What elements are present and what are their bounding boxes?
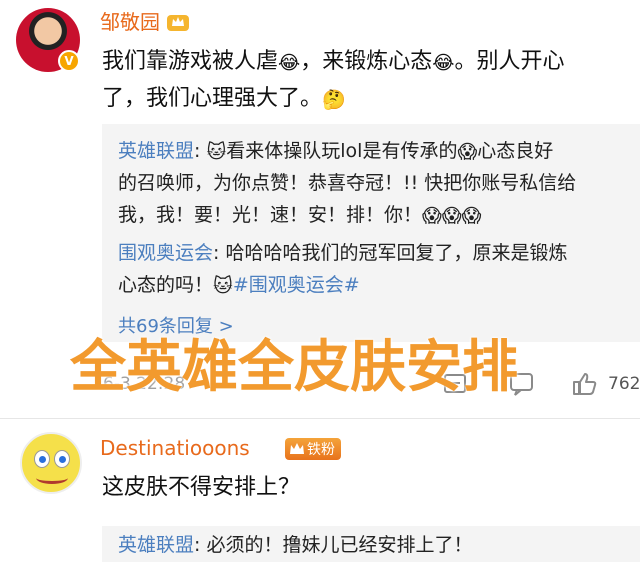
comment2-text: 这皮肤不得安排上？ — [102, 475, 301, 500]
crown-icon — [167, 15, 189, 31]
avatar-user1[interactable]: V — [16, 8, 82, 74]
avatar-eye — [34, 450, 50, 468]
avatar-eye — [54, 450, 70, 468]
reply-text-line: 心态的吗！🐱#围观奥运会# — [118, 270, 634, 302]
reply-text-line: 我，我！要！光！速！安！排！你！😱😱😱 — [118, 200, 634, 232]
username-text: 邹敬园 — [100, 10, 160, 34]
reply-username[interactable]: 围观奥运会 — [118, 242, 213, 264]
like-count: 762 — [608, 374, 640, 394]
fan-badge: 铁粉 — [285, 438, 341, 460]
laugh-cry-emoji-icon: 😂 — [278, 52, 301, 74]
cat-emoji-icon: 🐱 — [213, 275, 233, 297]
overlay-caption: 全英雄全皮肤安排 — [70, 335, 518, 400]
reply-item: 围观奥运会: 哈哈哈哈我们的冠军回复了，原来是锻炼 — [118, 242, 568, 264]
reply-username[interactable]: 英雄联盟 — [118, 534, 194, 556]
crown-icon — [290, 443, 304, 454]
cat-emoji-icon: 🐱 — [206, 141, 227, 163]
username-comment1[interactable]: 邹敬园 — [100, 6, 190, 35]
verified-badge-icon: V — [58, 50, 80, 72]
avatar-mouth — [36, 472, 68, 484]
username-text: Destinatiooons — [100, 436, 250, 460]
avatar-user2[interactable] — [20, 432, 82, 494]
hashtag-link[interactable]: #围观奥运会# — [233, 274, 360, 296]
thumbs-up-icon[interactable] — [570, 370, 598, 398]
reply-text-line: 的召唤师，为你点赞！恭喜夺冠！!! 快把你账号私信给 — [118, 172, 577, 194]
comment1-text: 我们靠游戏被人虐😂，来锻炼心态😂。别人开心 了，我们心理强大了。🤔 — [102, 44, 632, 118]
laugh-cry-emoji-icon: 😂 — [432, 52, 455, 74]
reply-username[interactable]: 英雄联盟 — [118, 140, 194, 162]
divider — [0, 418, 640, 419]
reply-item: 英雄联盟: 必须的！撸妹儿已经安排上了！ — [118, 534, 473, 556]
fan-badge-label: 铁粉 — [307, 442, 335, 458]
reply-item: 英雄联盟: 🐱看来体操队玩lol是有传承的😱心态良好 — [118, 136, 634, 168]
scream-emoji-icon: 😱😱😱 — [422, 205, 482, 227]
scream-emoji-icon: 😱 — [457, 141, 478, 163]
thinking-emoji-icon: 🤔 — [322, 89, 346, 111]
username-comment2[interactable]: Destinatiooons — [100, 436, 250, 460]
